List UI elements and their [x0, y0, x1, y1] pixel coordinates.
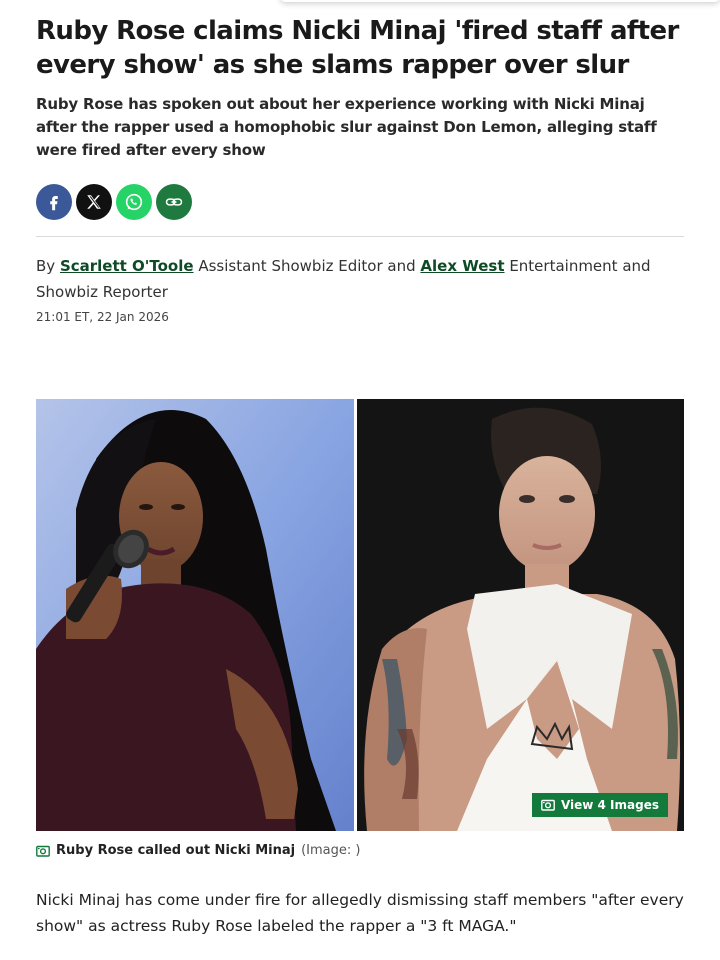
author-role-1: Assistant Showbiz Editor and [198, 257, 416, 275]
byline: By Scarlett O'Toole Assistant Showbiz Ed… [36, 253, 684, 305]
x-icon [87, 195, 101, 209]
headline: Ruby Rose claims Nicki Minaj 'fired staf… [36, 16, 679, 80]
camera-icon [541, 799, 555, 811]
share-x-button[interactable] [76, 184, 112, 220]
whatsapp-icon [125, 193, 143, 211]
author-link-alex[interactable]: Alex West [420, 257, 504, 275]
image-caption: Ruby Rose called out Nicki Minaj (Image:… [36, 843, 360, 858]
facebook-icon [50, 196, 58, 211]
camera-icon [36, 845, 50, 857]
publish-timestamp: 21:01 ET, 22 Jan 2026 [36, 310, 169, 324]
author-link-scarlett[interactable]: Scarlett O'Toole [60, 257, 194, 275]
share-facebook-button[interactable] [36, 184, 72, 220]
byline-prefix: By [36, 257, 56, 275]
standfirst: Ruby Rose has spoken out about her exper… [36, 95, 657, 159]
copy-link-button[interactable] [156, 184, 192, 220]
divider [36, 236, 684, 237]
view-images-label: View 4 Images [560, 798, 659, 812]
share-whatsapp-button[interactable] [116, 184, 152, 220]
caption-credit: (Image: ) [301, 843, 361, 858]
top-overlay-edge [280, 0, 720, 2]
share-bar [36, 184, 192, 220]
caption-text: Ruby Rose called out Nicki Minaj [56, 843, 296, 858]
article-paragraph: Nicki Minaj has come under fire for alle… [36, 891, 684, 935]
photo-ruby-rose[interactable]: View 4 Images [357, 399, 684, 831]
view-images-button[interactable]: View 4 Images [531, 793, 668, 817]
image-gallery[interactable]: View 4 Images [36, 399, 684, 831]
photo-nicki-minaj[interactable] [36, 399, 354, 831]
link-icon [165, 198, 183, 206]
